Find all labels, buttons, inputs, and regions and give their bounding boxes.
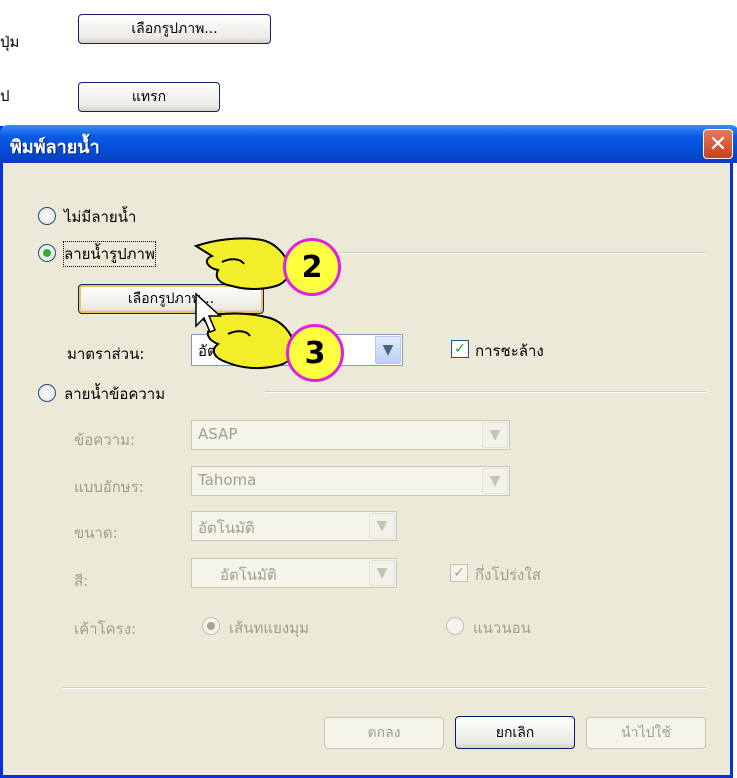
step-3-marker: 3 xyxy=(286,324,344,382)
annotation-overlay xyxy=(193,237,296,370)
pointing-hand-icon xyxy=(200,312,296,370)
step-2-marker: 2 xyxy=(283,238,341,296)
pointing-hand-icon xyxy=(193,237,291,290)
